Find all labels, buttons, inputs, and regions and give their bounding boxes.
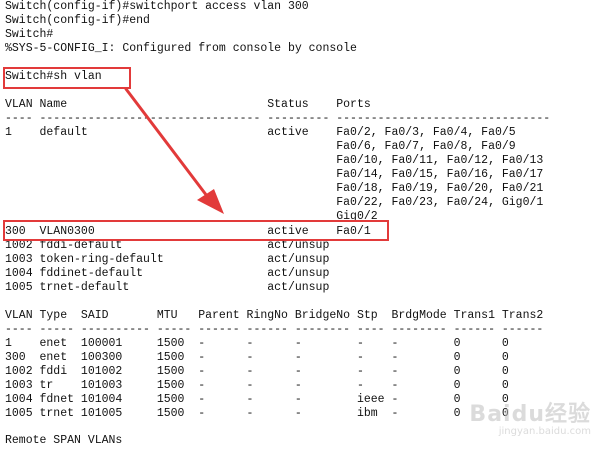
vlan-type-row: 1004 fdnet 101004 1500 - - - ieee - 0 0 — [5, 393, 509, 406]
vlan-type-row: 1005 trnet 101005 1500 - - - ibm - 0 0 — [5, 407, 509, 420]
vlan-row-1: 1 default active Fa0/2, Fa0/3, Fa0/4, Fa… — [5, 126, 516, 139]
terminal-line: Switch# — [5, 28, 54, 41]
baidu-watermark: Baidu经验 jingyan.baidu.com — [469, 396, 591, 437]
terminal-line: %SYS-5-CONFIG_I: Configured from console… — [5, 42, 357, 55]
vlan-type-table-divider: ---- ----- ---------- ----- ------ -----… — [5, 323, 544, 336]
vlan-row-1002: 1002 fddi-default act/unsup — [5, 239, 330, 252]
vlan-table-divider: ---- -------------------------------- --… — [5, 112, 551, 125]
vlan-row-1-ports: Fa0/6, Fa0/7, Fa0/8, Fa0/9 — [5, 140, 516, 153]
vlan-type-row: 1 enet 100001 1500 - - - - - 0 0 — [5, 337, 509, 350]
vlan-type-table-header: VLAN Type SAID MTU Parent RingNo BridgeN… — [5, 309, 544, 322]
remote-span-vlans-label: Remote SPAN VLANs — [5, 434, 123, 447]
watermark-main: Baidu经验 — [469, 402, 591, 427]
terminal-line: Switch(config-if)#end — [5, 14, 150, 27]
vlan-type-row: 300 enet 100300 1500 - - - - - 0 0 — [5, 351, 509, 364]
vlan-type-row: 1002 fddi 101002 1500 - - - - - 0 0 — [5, 365, 509, 378]
vlan-table-header: VLAN Name Status Ports — [5, 98, 371, 111]
vlan-type-row: 1003 tr 101003 1500 - - - - - 0 0 — [5, 379, 509, 392]
vlan-row-1005: 1005 trnet-default act/unsup — [5, 281, 330, 294]
vlan-row-1-ports: Fa0/22, Fa0/23, Fa0/24, Gig0/1 — [5, 196, 544, 209]
vlan-row-1-ports: Fa0/18, Fa0/19, Fa0/20, Fa0/21 — [5, 182, 544, 195]
terminal-line: Switch(config-if)#switchport access vlan… — [5, 0, 309, 13]
vlan-row-1-ports: Fa0/14, Fa0/15, Fa0/16, Fa0/17 — [5, 168, 544, 181]
highlight-box-sh-vlan — [3, 67, 131, 89]
vlan-row-1003: 1003 token-ring-default act/unsup — [5, 253, 330, 266]
vlan-row-1004: 1004 fddinet-default act/unsup — [5, 267, 330, 280]
vlan-row-1-ports: Fa0/10, Fa0/11, Fa0/12, Fa0/13 — [5, 154, 544, 167]
highlight-box-vlan300-row — [3, 220, 389, 241]
